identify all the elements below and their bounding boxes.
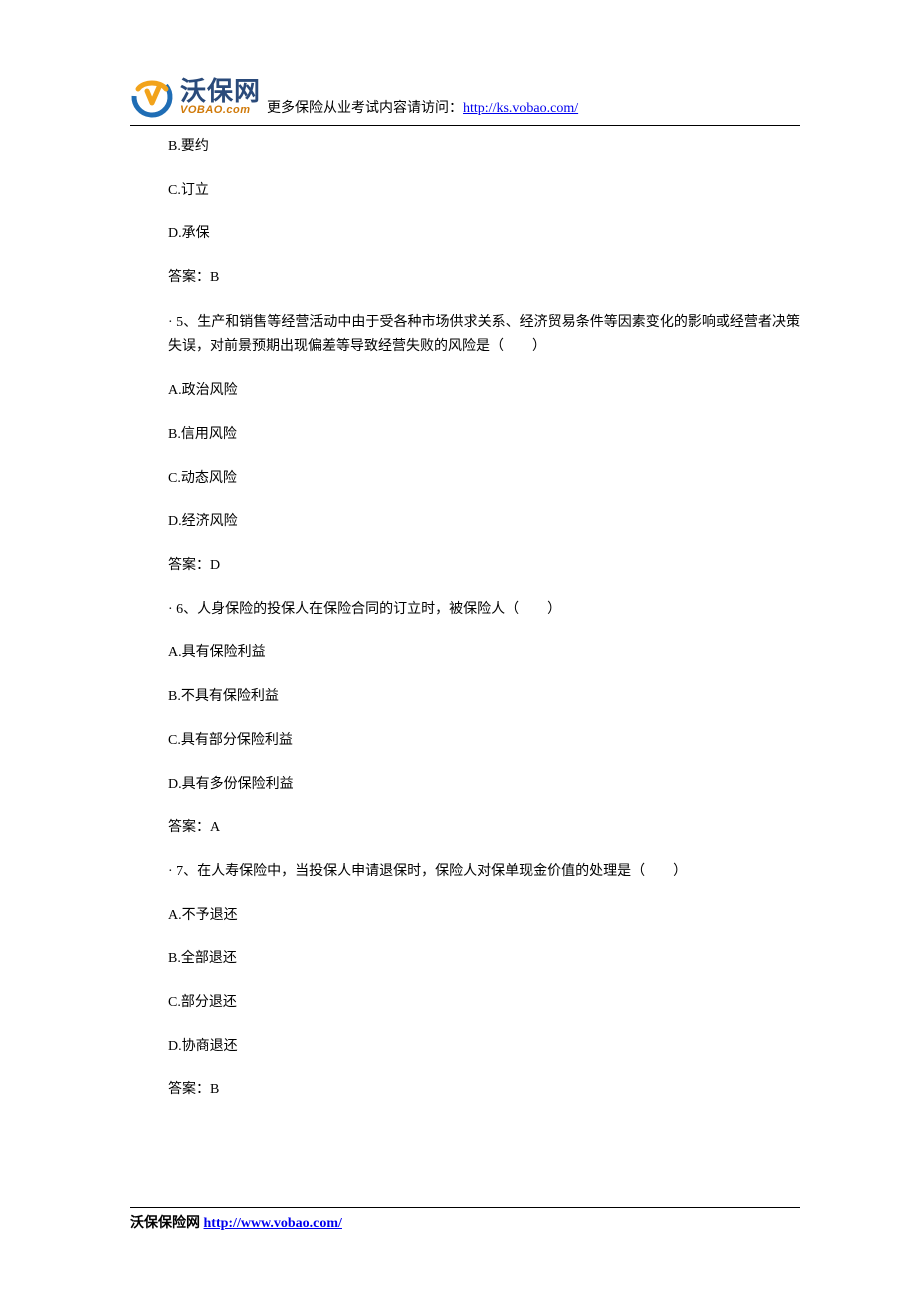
q7-option-b: B.全部退还 <box>130 948 800 970</box>
header-lead: 更多保险从业考试内容请访问： <box>267 101 463 116</box>
q5-option-c: C.动态风险 <box>130 468 800 490</box>
q4-option-c: C.订立 <box>130 180 800 202</box>
brand-name-en: VOBAO.com <box>180 105 261 116</box>
q7-answer: 答案：B <box>130 1079 800 1101</box>
q4-option-b: B.要约 <box>130 136 800 158</box>
q6-answer: 答案：A <box>130 817 800 839</box>
footer-link[interactable]: http://www.vobao.com/ <box>204 1216 342 1231</box>
page-header: 沃保网 VOBAO.com 更多保险从业考试内容请访问：http://ks.vo… <box>130 75 800 123</box>
q6-option-c: C.具有部分保险利益 <box>130 730 800 752</box>
page-footer: 沃保保险网 http://www.vobao.com/ <box>130 1207 800 1232</box>
page-container: 沃保网 VOBAO.com 更多保险从业考试内容请访问：http://ks.vo… <box>0 0 920 1101</box>
q7-option-c: C.部分退还 <box>130 992 800 1014</box>
footer-rule <box>130 1207 800 1208</box>
q6-stem: · 6、人身保险的投保人在保险合同的订立时，被保险人（ ） <box>130 599 800 621</box>
q4-answer: 答案：B <box>130 267 800 289</box>
q6-option-a: A.具有保险利益 <box>130 642 800 664</box>
q5-answer: 答案：D <box>130 555 800 577</box>
brand-name-cn: 沃保网 <box>180 78 261 104</box>
logo-text: 沃保网 VOBAO.com <box>180 78 261 116</box>
q6-option-b: B.不具有保险利益 <box>130 686 800 708</box>
q5-option-d: D.经济风险 <box>130 511 800 533</box>
q7-option-a: A.不予退还 <box>130 905 800 927</box>
q7-stem: · 7、在人寿保险中，当投保人申请退保时，保险人对保单现金价值的处理是（ ） <box>130 861 800 883</box>
q4-option-d: D.承保 <box>130 223 800 245</box>
q6-option-d: D.具有多份保险利益 <box>130 774 800 796</box>
logo-mark-icon <box>130 75 174 119</box>
header-rule <box>130 125 800 126</box>
footer-site-name: 沃保保险网 <box>130 1216 204 1231</box>
q5-option-a: A.政治风险 <box>130 380 800 402</box>
logo: 沃保网 VOBAO.com <box>130 75 261 119</box>
q5-stem-text: · 5、生产和销售等经营活动中由于受各种市场供求关系、经济贸易条件等因素变化的影… <box>168 315 800 354</box>
header-link[interactable]: http://ks.vobao.com/ <box>463 101 578 116</box>
q5-option-b: B.信用风险 <box>130 424 800 446</box>
q7-option-d: D.协商退还 <box>130 1036 800 1058</box>
header-lead-text: 更多保险从业考试内容请访问：http://ks.vobao.com/ <box>267 97 578 119</box>
document-body: B.要约 C.订立 D.承保 答案：B · 5、生产和销售等经营活动中由于受各种… <box>130 126 800 1101</box>
q5-stem: · 5、生产和销售等经营活动中由于受各种市场供求关系、经济贸易条件等因素变化的影… <box>130 311 800 359</box>
